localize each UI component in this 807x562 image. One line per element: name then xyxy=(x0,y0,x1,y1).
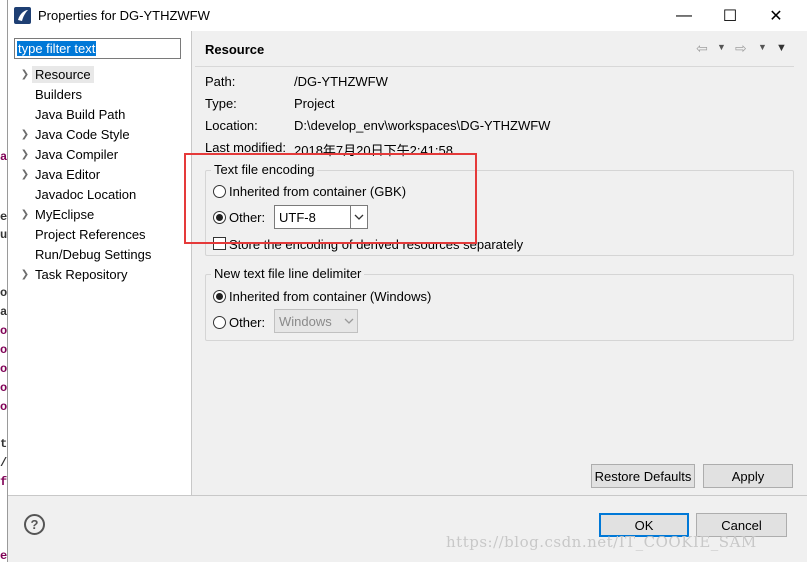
forward-arrow-icon[interactable]: ⇨ xyxy=(735,40,747,57)
tree-item-java-compiler[interactable]: ❯ Java Compiler xyxy=(18,144,121,164)
view-menu-icon[interactable]: ▼ xyxy=(776,42,787,54)
restore-defaults-button[interactable]: Restore Defaults xyxy=(591,464,695,488)
minimize-icon: — xyxy=(676,6,692,24)
delimiter-other-label: Other: xyxy=(229,315,266,330)
tree-item-run-debug-settings[interactable]: Run/Debug Settings xyxy=(18,244,154,264)
delimiter-select: Windows xyxy=(274,309,358,333)
expand-arrow-icon[interactable]: ❯ xyxy=(18,164,32,184)
tree-item-resource[interactable]: ❯ Resource xyxy=(18,64,94,84)
minimize-button[interactable]: — xyxy=(661,0,707,31)
line-delimiter-title: New text file line delimiter xyxy=(211,266,365,281)
highlight-annotation-box xyxy=(184,153,477,244)
forward-dropdown-icon[interactable]: ▼ xyxy=(758,42,767,52)
back-dropdown-icon[interactable]: ▼ xyxy=(717,42,726,52)
tree-item-label: Project References xyxy=(35,226,146,242)
tree-item-java-code-style[interactable]: ❯ Java Code Style xyxy=(18,124,133,144)
expand-arrow-icon[interactable]: ❯ xyxy=(18,204,32,224)
back-arrow-icon[interactable]: ⇦ xyxy=(696,40,708,57)
path-label: Path: xyxy=(205,74,236,89)
header-divider xyxy=(195,66,794,67)
footer-divider xyxy=(8,495,807,496)
tree-item-label: Javadoc Location xyxy=(35,186,137,202)
location-value: D:\develop_env\workspaces\DG-YTHZWFW xyxy=(294,118,551,133)
close-button[interactable]: ✕ xyxy=(753,0,799,31)
tree-item-builders[interactable]: Builders xyxy=(18,84,85,104)
property-page-content xyxy=(193,31,807,495)
expand-arrow-icon[interactable]: ❯ xyxy=(18,264,32,284)
help-icon[interactable]: ? xyxy=(24,514,45,535)
watermark: https://blog.csdn.net/IT_COOKIE_SAM xyxy=(446,533,757,551)
maximize-icon: ☐ xyxy=(722,7,738,25)
tree-item-label: Java Code Style xyxy=(35,126,130,142)
tree-item-label: Builders xyxy=(35,86,82,102)
path-value: /DG-YTHZWFW xyxy=(294,74,388,89)
tree-item-label: Java Build Path xyxy=(35,106,126,122)
expand-arrow-icon[interactable]: ❯ xyxy=(18,144,32,164)
window-title: Properties for DG-YTHZWFW xyxy=(38,8,210,23)
filter-text: type filter text xyxy=(17,41,97,56)
chevron-down-icon xyxy=(340,310,357,332)
tree-item-label: Java Editor xyxy=(35,166,101,182)
close-icon: ✕ xyxy=(769,7,783,25)
type-label: Type: xyxy=(205,96,237,111)
tree-item-label: Run/Debug Settings xyxy=(35,246,152,262)
maximize-button[interactable]: ☐ xyxy=(707,0,753,31)
page-title: Resource xyxy=(205,42,265,57)
type-value: Project xyxy=(294,96,335,111)
location-label: Location: xyxy=(205,118,258,133)
expand-arrow-icon[interactable]: ❯ xyxy=(18,64,32,84)
tree-item-label: MyEclipse xyxy=(35,206,95,222)
tree-item-myeclipse[interactable]: ❯ MyEclipse xyxy=(18,204,97,224)
tree-item-javadoc-location[interactable]: Javadoc Location xyxy=(18,184,139,204)
expand-arrow-icon[interactable]: ❯ xyxy=(18,124,32,144)
delimiter-select-value: Windows xyxy=(279,313,332,329)
eclipse-app-icon xyxy=(14,7,31,24)
filter-input[interactable]: type filter text xyxy=(14,38,181,59)
tree-item-label: Task Repository xyxy=(35,266,128,282)
delimiter-inherited-label: Inherited from container (Windows) xyxy=(229,289,432,304)
delimiter-inherited-radio[interactable] xyxy=(213,290,226,303)
tree-item-task-repository[interactable]: ❯ Task Repository xyxy=(18,264,130,284)
tree-item-label: Resource xyxy=(32,65,94,83)
tree-item-java-editor[interactable]: ❯ Java Editor xyxy=(18,164,103,184)
tree-item-label: Java Compiler xyxy=(35,146,119,162)
tree-item-project-references[interactable]: Project References xyxy=(18,224,149,244)
apply-button[interactable]: Apply xyxy=(703,464,793,488)
delimiter-other-radio[interactable] xyxy=(213,316,226,329)
tree-item-java-build-path[interactable]: Java Build Path xyxy=(18,104,128,124)
